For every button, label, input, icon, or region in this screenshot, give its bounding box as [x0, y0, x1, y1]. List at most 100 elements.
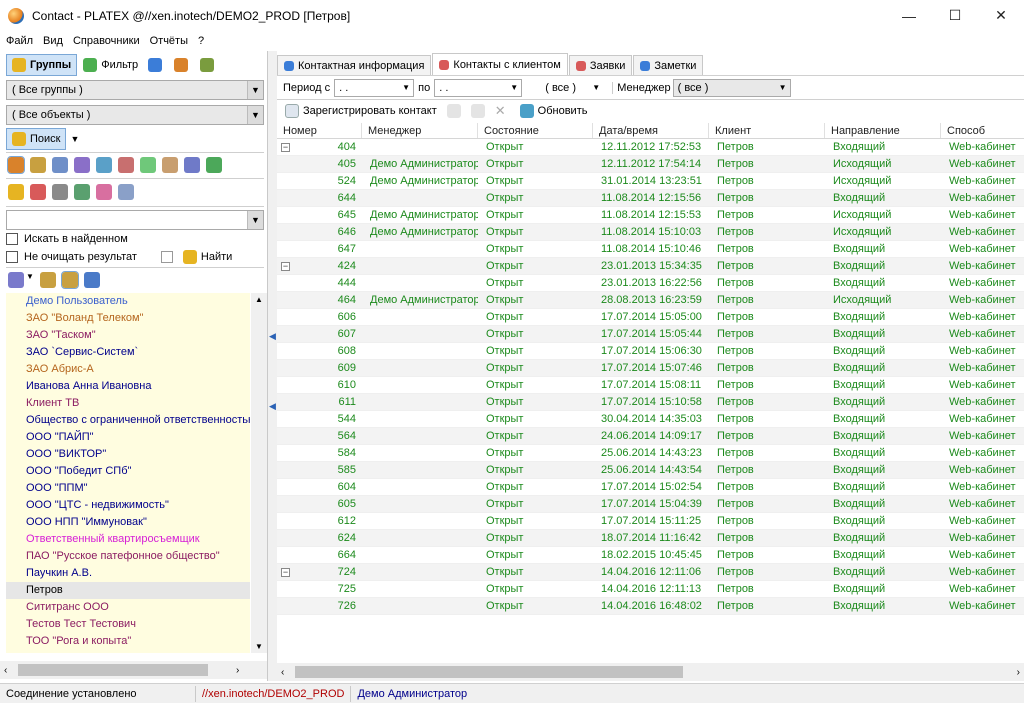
table-row[interactable]: 664 Открыт 18.02.2015 10:45:45 Петров Входящ… — [277, 547, 1024, 564]
column-method[interactable]: Способ — [941, 123, 1024, 138]
table-row[interactable]: 604 Открыт 17.07.2014 15:02:54 Петров Входящ… — [277, 479, 1024, 496]
stack-icon[interactable] — [52, 184, 68, 200]
column-client[interactable]: Клиент — [709, 123, 825, 138]
table-row[interactable]: 611 Открыт 17.07.2014 15:10:58 Петров Входящ… — [277, 394, 1024, 411]
filter-button[interactable]: Фильтр — [77, 54, 144, 76]
table-row[interactable]: 524 Демо Администратор Открыт 31.01.2014 13… — [277, 173, 1024, 190]
caret-down-icon[interactable]: ▼ — [70, 134, 79, 144]
user-icon[interactable] — [162, 157, 178, 173]
table-row[interactable]: 612 Открыт 17.07.2014 15:11:25 Петров Входящ… — [277, 513, 1024, 530]
table-row[interactable]: 609 Открыт 17.07.2014 15:07:46 Петров Входящ… — [277, 360, 1024, 377]
search-in-found-checkbox[interactable] — [6, 233, 18, 245]
register-contact-button[interactable]: Зарегистрировать контакт — [303, 105, 437, 117]
minimize-button[interactable]: — — [886, 0, 932, 31]
tab-notes[interactable]: Заметки — [633, 55, 704, 75]
table-row[interactable]: − 724 Открыт 14.04.2016 12:11:06 Петров Входя… — [277, 564, 1024, 581]
table-row[interactable]: 585 Открыт 25.06.2014 14:43:54 Петров Входящ… — [277, 462, 1024, 479]
search-text-combo[interactable]: ▼ — [6, 210, 264, 230]
scroll-thumb[interactable] — [18, 664, 208, 676]
table-row[interactable]: 608 Открыт 17.07.2014 15:06:30 Петров Входящ… — [277, 343, 1024, 360]
client-list-item[interactable]: Петров — [6, 582, 250, 599]
close-button[interactable]: ✕ — [978, 0, 1024, 31]
edit-icon[interactable] — [8, 272, 24, 288]
remove-icon[interactable] — [30, 184, 46, 200]
scroll-thumb[interactable] — [295, 666, 683, 678]
table-row[interactable]: 647 Открыт 11.08.2014 15:10:46 Петров Входящ… — [277, 241, 1024, 258]
scroll-left-icon[interactable]: ‹ — [281, 667, 284, 678]
table-row[interactable]: 544 Открыт 30.04.2014 14:35:03 Петров Входящ… — [277, 411, 1024, 428]
panel-splitter[interactable]: ◀ ◀ — [268, 51, 277, 681]
scroll-up-icon[interactable]: ▲ — [255, 295, 263, 304]
scroll-right-icon[interactable]: › — [236, 665, 239, 676]
no-clear-checkbox[interactable] — [6, 251, 18, 263]
table-row[interactable]: 726 Открыт 14.04.2016 16:48:02 Петров Входящ… — [277, 598, 1024, 615]
table-row[interactable]: 564 Открыт 24.06.2014 14:09:17 Петров Входящ… — [277, 428, 1024, 445]
table-row[interactable]: 725 Открыт 14.04.2016 12:11:13 Петров Входящ… — [277, 581, 1024, 598]
columns-icon[interactable] — [83, 272, 100, 288]
scroll-left-icon[interactable]: ‹ — [4, 665, 7, 676]
column-datetime[interactable]: Дата/время — [593, 123, 709, 138]
find-button[interactable]: Найти — [201, 251, 232, 263]
scroll-down-icon[interactable]: ▼ — [255, 642, 263, 651]
client-list-item[interactable]: ООО "Победит СПб" — [6, 463, 250, 480]
table-row[interactable]: 644 Открыт 11.08.2014 12:15:56 Петров Входящ… — [277, 190, 1024, 207]
table-row[interactable]: − 424 Открыт 23.01.2013 15:34:35 Петров Входя… — [277, 258, 1024, 275]
table-row[interactable]: 584 Открыт 25.06.2014 14:43:23 Петров Входящ… — [277, 445, 1024, 462]
phone-icon[interactable] — [74, 157, 90, 173]
export-icon[interactable] — [74, 184, 90, 200]
client-list-item[interactable]: Тестов Тест Тестович — [6, 616, 250, 633]
collapse-icon[interactable]: − — [281, 567, 290, 577]
diamond-icon[interactable] — [96, 184, 112, 200]
tab-client-contacts[interactable]: Контакты с клиентом — [432, 53, 568, 75]
client-list-item[interactable]: Клиент ТВ — [6, 395, 250, 412]
client-list-item[interactable]: Общество с ограниченной ответственностью… — [6, 412, 250, 429]
client-list-item[interactable]: Паучкин А.В. — [6, 565, 250, 582]
groups-button[interactable]: Группы — [6, 54, 78, 76]
settings-icon[interactable] — [118, 184, 134, 200]
table-icon[interactable] — [206, 157, 222, 173]
copy-icon[interactable] — [446, 103, 461, 118]
scroll-right-icon[interactable]: › — [1017, 667, 1020, 678]
sort-icon[interactable] — [39, 272, 56, 288]
mail-icon[interactable] — [52, 157, 68, 173]
collapse-icon[interactable]: − — [281, 142, 290, 152]
move-icon[interactable] — [8, 184, 24, 200]
tab-requests[interactable]: Заявки — [568, 55, 633, 75]
table-row[interactable]: 607 Открыт 17.07.2014 15:05:44 Петров Входящ… — [277, 326, 1024, 343]
tree-icon[interactable] — [140, 157, 156, 173]
menu-view[interactable]: Вид — [43, 35, 63, 47]
refresh-button[interactable]: Обновить — [538, 105, 588, 117]
users-icon[interactable] — [200, 58, 215, 72]
person-icon[interactable] — [174, 58, 189, 72]
client-list-item[interactable]: ООО "ВИКТОР" — [6, 446, 250, 463]
vertical-scrollbar[interactable]: ▲ ▼ — [251, 293, 267, 653]
caret-down-icon[interactable]: ▼ — [26, 272, 34, 288]
request-icon[interactable] — [118, 157, 134, 173]
sort-active-icon[interactable] — [60, 271, 79, 289]
delete-icon[interactable]: ✕ — [495, 103, 506, 119]
column-direction[interactable]: Направление — [825, 123, 941, 138]
client-list-item[interactable]: ЗАО "Таском" — [6, 327, 250, 344]
diamond-icon[interactable] — [148, 58, 163, 72]
state-filter[interactable]: ( все ) ▼ — [528, 78, 605, 97]
horizontal-scrollbar[interactable]: ‹ › — [277, 663, 1024, 681]
manager-filter[interactable]: ( все ) ▼ — [672, 78, 791, 97]
option-checkbox[interactable] — [160, 251, 173, 263]
column-number[interactable]: Номер — [277, 123, 362, 138]
groups-combo[interactable]: ( Все группы ) ▼ — [6, 80, 264, 100]
search-button[interactable]: Поиск — [6, 128, 67, 150]
horizontal-scrollbar[interactable]: ‹ › — [0, 661, 267, 679]
client-list-item[interactable]: ТОО "Рога и копыта" — [6, 633, 250, 650]
org-icon[interactable] — [30, 157, 46, 173]
client-list-item[interactable]: Иванова Анна Ивановна — [6, 378, 250, 395]
edit-icon[interactable] — [470, 103, 485, 118]
table-row[interactable]: 464 Демо Администратор Открыт 28.08.2013 16… — [277, 292, 1024, 309]
table-row[interactable]: 646 Демо Администратор Открыт 11.08.2014 15… — [277, 224, 1024, 241]
table-row[interactable]: 405 Демо Администратор Открыт 12.11.2012 17… — [277, 156, 1024, 173]
column-manager[interactable]: Менеджер — [362, 123, 478, 138]
maximize-button[interactable]: ☐ — [932, 0, 978, 31]
client-list-item[interactable]: ЗАО `Сервис-Систем` — [6, 344, 250, 361]
menu-reports[interactable]: Отчёты — [150, 35, 188, 47]
clients-icon[interactable] — [7, 156, 25, 174]
tab-contact-info[interactable]: Контактная информация — [277, 55, 432, 75]
